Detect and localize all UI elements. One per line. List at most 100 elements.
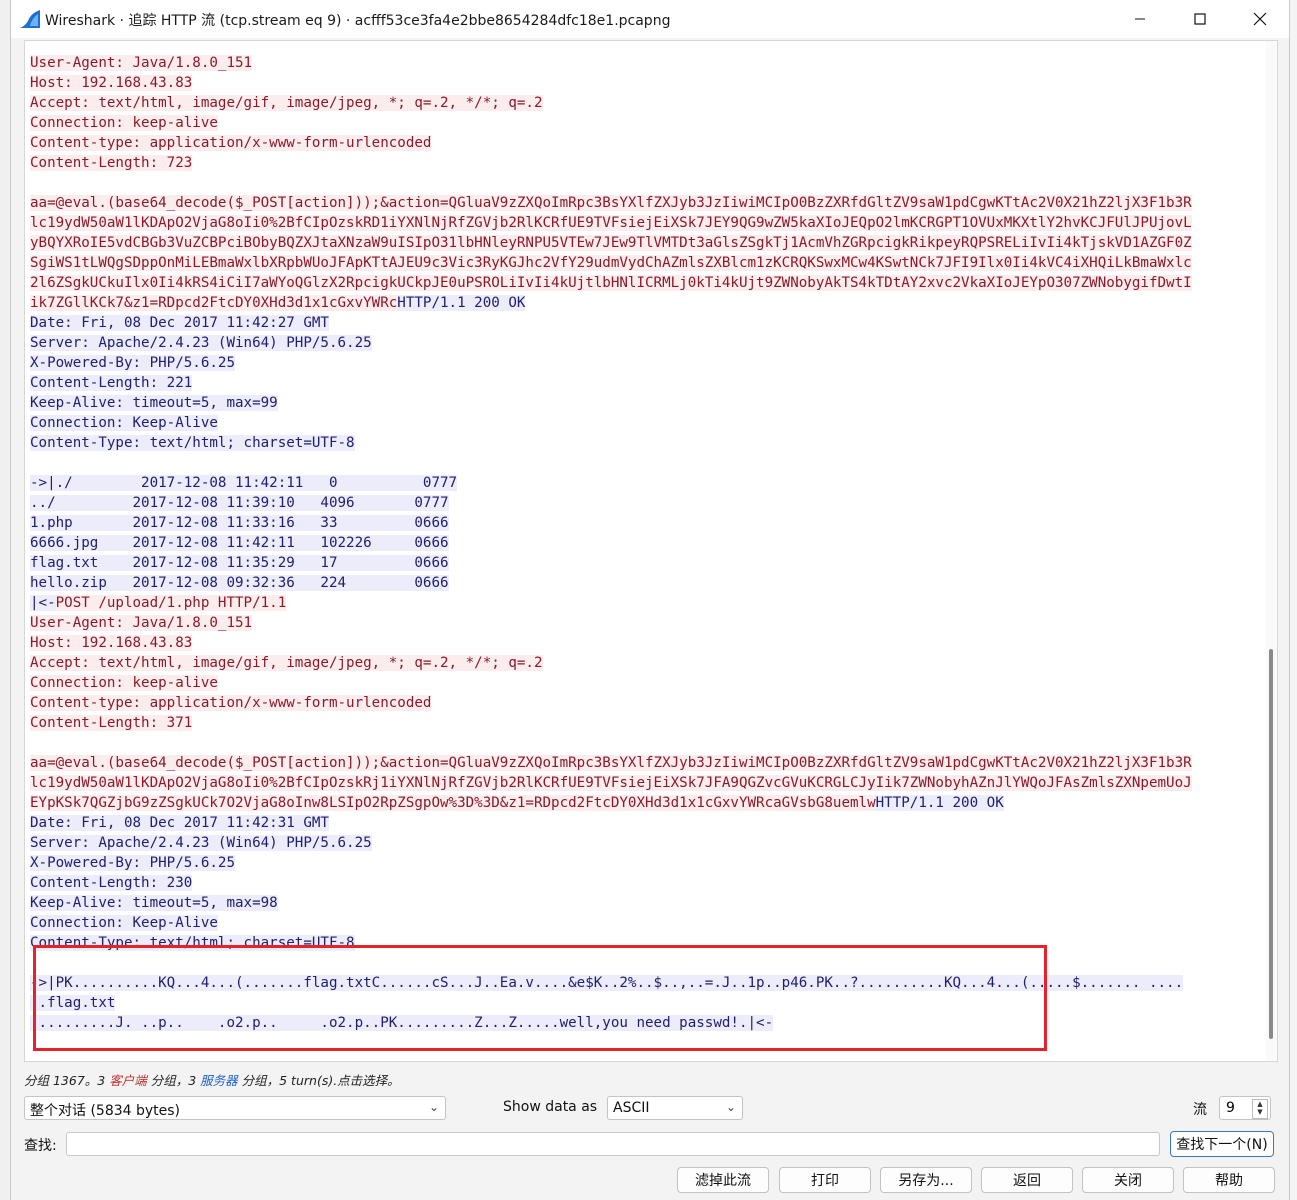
stream-status-line: 分组 1367。3 客户端 分组，3 服务器 分组，5 turn(s).点击选择… [24, 1070, 400, 1089]
stream-line: Server: Apache/2.4.23 (Win64) PHP/5.6.25 [30, 833, 1252, 853]
stream-line: Content-Length: 230 [30, 873, 1252, 893]
client-text: User-Agent: Java/1.8.0_151 [30, 55, 253, 71]
stream-line [30, 453, 1252, 473]
stream-number-spinbox[interactable]: 9 ▲ ▼ [1219, 1096, 1271, 1120]
server-text: X-Powered-By: PHP/5.6.25 [30, 855, 235, 871]
stream-line: User-Agent: Java/1.8.0_151 [30, 53, 1252, 73]
server-text: ../ 2017-12-08 11:39:10 4096 0777 [30, 495, 449, 511]
server-text: |<- [30, 595, 56, 611]
server-text: Content-Type: text/html; charset=UTF-8 [30, 435, 355, 451]
stream-line: Keep-Alive: timeout=5, max=98 [30, 893, 1252, 913]
stream-line: EYpKSk7QGZjbG9zZSgkUCk7O2VjaG8oInw8LSIpO… [30, 793, 1252, 813]
stream-line: Keep-Alive: timeout=5, max=99 [30, 393, 1252, 413]
server-text: flag.txt 2017-12-08 11:35:29 17 0666 [30, 555, 449, 571]
client-text: Connection: keep-alive [30, 675, 218, 691]
stream-line: lc19ydW50aW1lKDApO2VjaG8oIi0%2BfCIpOzskR… [30, 773, 1252, 793]
maximize-button[interactable] [1171, 0, 1229, 38]
chevron-down-icon: ⌄ [428, 1100, 439, 1114]
stream-line: aa=@eval.(base64_decode($_POST[action]))… [30, 193, 1252, 213]
stream-line: Connection: Keep-Alive [30, 913, 1252, 933]
find-label: 查找: [24, 1138, 57, 1154]
show-data-select-value: ASCII [613, 1100, 650, 1116]
server-text: ->|PK..........KQ...4...(.......flag.txt… [30, 975, 1184, 991]
window-title: Wireshark · 追踪 HTTP 流 (tcp.stream eq 9) … [45, 13, 671, 29]
help-button[interactable]: 帮助 [1183, 1167, 1275, 1193]
stream-line: X-Powered-By: PHP/5.6.25 [30, 853, 1252, 873]
print-button[interactable]: 打印 [779, 1167, 871, 1193]
server-text: Connection: Keep-Alive [30, 915, 218, 931]
minimize-button[interactable] [1111, 0, 1169, 38]
server-text: Content-Type: text/html; charset=UTF-8 [30, 935, 355, 951]
close-button[interactable]: 关闭 [1082, 1167, 1174, 1193]
client-text: Content-type: application/x-www-form-url… [30, 695, 432, 711]
stream-line: Host: 192.168.43.83 [30, 633, 1252, 653]
stream-line: hello.zip 2017-12-08 09:32:36 224 0666 [30, 573, 1252, 593]
show-data-select[interactable]: ASCII ⌄ [607, 1096, 743, 1120]
stream-line: 1.php 2017-12-08 11:33:16 33 0666 [30, 513, 1252, 533]
stream-line: Content-Type: text/html; charset=UTF-8 [30, 433, 1252, 453]
scrollbar-thumb[interactable] [1269, 649, 1273, 1039]
save-as-button[interactable]: 另存为... [880, 1167, 972, 1193]
client-text: ik7ZGllKCk7&z1=RDpcd2FtcDY0XHd3d1x1cGxvY… [30, 295, 398, 311]
stream-number-label: 流 [1193, 1102, 1207, 1118]
client-text: 2l6ZSgkUCkuIlx0Ii4kRS4iCiI7aWYoQGlzX2Rpc… [30, 275, 1192, 291]
show-data-label: Show data as [503, 1099, 598, 1115]
stream-line: Connection: keep-alive [30, 673, 1252, 693]
client-text: Host: 192.168.43.83 [30, 635, 193, 651]
client-text: aa=@eval.(base64_decode($_POST[action]))… [30, 195, 1192, 211]
stream-text: User-Agent: Java/1.8.0_151 Host: 192.168.… [30, 53, 1252, 1033]
stream-line: Content-type: application/x-www-form-url… [30, 133, 1252, 153]
server-text: Date: Fri, 08 Dec 2017 11:42:27 GMT [30, 315, 329, 331]
client-text: POST /upload/1.php HTTP/1.1 [55, 595, 287, 611]
close-window-button[interactable] [1231, 0, 1289, 38]
client-text: Content-type: application/x-www-form-url… [30, 135, 432, 151]
client-text: Accept: text/html, image/gif, image/jpeg… [30, 95, 543, 111]
vertical-scrollbar[interactable] [1266, 41, 1276, 1061]
conversation-select[interactable]: 整个对话 (5834 bytes) ⌄ [24, 1096, 446, 1120]
stream-line: Date: Fri, 08 Dec 2017 11:42:27 GMT [30, 313, 1252, 333]
server-text: hello.zip 2017-12-08 09:32:36 224 0666 [30, 575, 449, 591]
server-text: Content-Length: 230 [30, 875, 193, 891]
client-text: Host: 192.168.43.83 [30, 75, 193, 91]
back-button[interactable]: 返回 [981, 1167, 1073, 1193]
title-bar: Wireshark · 追踪 HTTP 流 (tcp.stream eq 9) … [11, 0, 1289, 38]
stream-line: Content-Type: text/html; charset=UTF-8 [30, 933, 1252, 953]
status-prefix: 分组 1367。3 [24, 1073, 110, 1088]
minimize-icon [1135, 18, 1145, 20]
server-text: HTTP/1.1 200 OK [875, 795, 1004, 811]
stream-line: Accept: text/html, image/gif, image/jpeg… [30, 653, 1252, 673]
chevron-down-icon: ⌄ [725, 1100, 736, 1114]
stream-line: ../ 2017-12-08 11:39:10 4096 0777 [30, 493, 1252, 513]
server-text: 1.php 2017-12-08 11:33:16 33 0666 [30, 515, 449, 531]
spin-arrows-icon[interactable]: ▲ ▼ [1252, 1099, 1268, 1119]
server-text: Keep-Alive: timeout=5, max=99 [30, 395, 278, 411]
status-mid: 分组，3 [146, 1073, 201, 1088]
server-text: Date: Fri, 08 Dec 2017 11:42:31 GMT [30, 815, 329, 831]
stream-line: ik7ZGllKCk7&z1=RDpcd2FtcDY0XHd3d1x1cGxvY… [30, 293, 1252, 313]
filter-out-stream-button[interactable]: 滤掉此流 [677, 1167, 769, 1193]
server-text: Connection: Keep-Alive [30, 415, 218, 431]
client-text: Content-Length: 371 [30, 715, 193, 731]
stream-line: lc19ydW50aW1lKDApO2VjaG8oIi0%2BfCIpOzskR… [30, 213, 1252, 233]
server-text: Server: Apache/2.4.23 (Win64) PHP/5.6.25 [30, 835, 372, 851]
wireshark-fin-icon [20, 10, 40, 28]
find-next-button[interactable]: 查找下一个(N) [1170, 1131, 1274, 1157]
stream-line [30, 953, 1252, 973]
stream-line: .........J. ..p.. .o2.p.. .o2.p..PK.....… [30, 1013, 1252, 1033]
server-text: Server: Apache/2.4.23 (Win64) PHP/5.6.25 [30, 335, 372, 351]
client-text: Accept: text/html, image/gif, image/jpeg… [30, 655, 543, 671]
stream-content-pane[interactable]: User-Agent: Java/1.8.0_151 Host: 192.168.… [24, 40, 1278, 1062]
stream-line: SgiWS1tLWQgSDppOnMiLEBmaWxlbXRpbWUoJFApK… [30, 253, 1252, 273]
close-icon [1253, 12, 1267, 26]
find-input[interactable] [66, 1132, 1160, 1156]
stream-line: Connection: keep-alive [30, 113, 1252, 133]
client-text: Connection: keep-alive [30, 115, 218, 131]
stream-line [30, 733, 1252, 753]
stream-line: Accept: text/html, image/gif, image/jpeg… [30, 93, 1252, 113]
stream-line: User-Agent: Java/1.8.0_151 [30, 613, 1252, 633]
client-text: yBQYXRoIE5vdCBGb3VuZCBPciBObyBQZXJtaXNza… [30, 235, 1192, 251]
stream-line: Connection: Keep-Alive [30, 413, 1252, 433]
stream-number-value: 9 [1226, 1100, 1235, 1116]
stream-line: Server: Apache/2.4.23 (Win64) PHP/5.6.25 [30, 333, 1252, 353]
client-text: EYpKSk7QGZjbG9zZSgkUCk7O2VjaG8oInw8LSIpO… [30, 795, 876, 811]
